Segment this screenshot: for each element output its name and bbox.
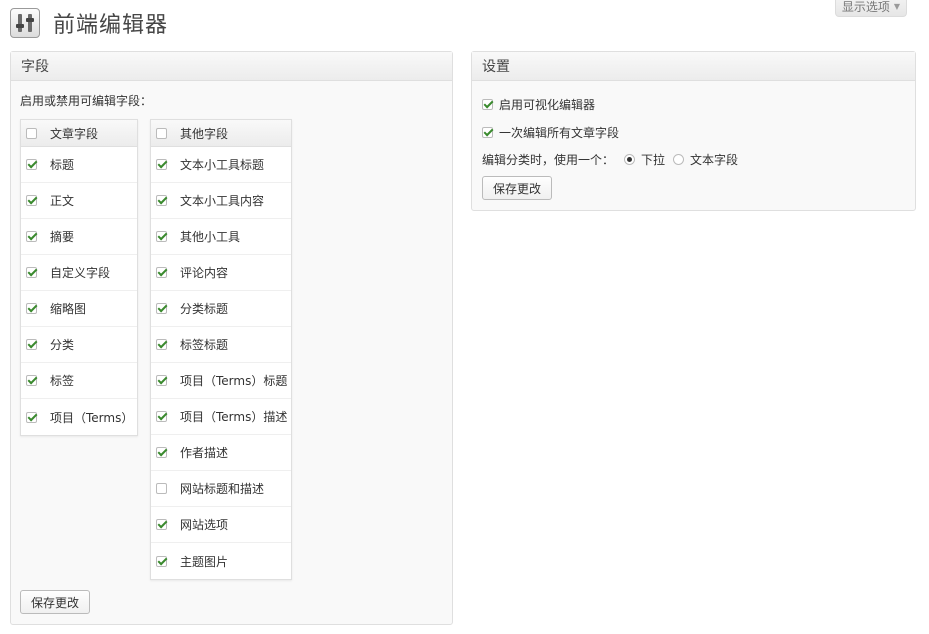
field-comment-text-label: 评论内容: [180, 266, 229, 280]
field-widget-text-checkbox[interactable]: [156, 195, 167, 206]
field-title-label: 标题: [50, 158, 75, 172]
field-site-title-checkbox[interactable]: [156, 483, 167, 494]
field-widget-title-checkbox[interactable]: [156, 159, 167, 170]
triangle-down-icon: ▼: [893, 2, 901, 11]
fields-intro: 启用或禁用可编辑字段：: [20, 94, 153, 108]
post-fields-table: 文章字段 标题 正文 摘要 自定义字段 缩略图 分类 标签 项目（Terms）: [20, 119, 138, 436]
field-thumbnail-checkbox[interactable]: [26, 303, 37, 314]
field-widget-text-label: 文本小工具内容: [180, 194, 265, 208]
field-site-options-checkbox[interactable]: [156, 519, 167, 530]
field-row-widget-title: 文本小工具标题: [151, 147, 291, 183]
field-author-description-label: 作者描述: [180, 446, 229, 460]
field-categories-checkbox[interactable]: [26, 339, 37, 350]
screen-options-button[interactable]: 显示选项 ▼: [835, 0, 907, 17]
post-fields-header-label: 文章字段: [50, 126, 99, 141]
taxonomy-textfield-option: 文本字段: [673, 151, 738, 168]
group-edit-label: 一次编辑所有文章字段: [499, 126, 620, 140]
field-row-terms: 项目（Terms）: [21, 399, 137, 435]
settings-panel: 设置 启用可视化编辑器 一次编辑所有文章字段 编辑分类时，使用一个： 下拉 文本…: [471, 51, 916, 211]
other-fields-header-label: 其他字段: [180, 126, 229, 141]
field-widget-title-label: 文本小工具标题: [180, 158, 265, 172]
other-fields-table: 其他字段 文本小工具标题 文本小工具内容 其他小工具 评论内容 分类标题 标签标…: [150, 119, 292, 580]
field-row-excerpt: 摘要: [21, 219, 137, 255]
field-term-description-checkbox[interactable]: [156, 411, 167, 422]
field-term-title-label: 项目（Terms）标题: [180, 374, 288, 388]
page-title: 前端编辑器: [53, 13, 169, 38]
group-edit-checkbox[interactable]: [482, 127, 493, 138]
taxonomy-option: 编辑分类时，使用一个： 下拉 文本字段: [482, 151, 738, 168]
field-category-title-checkbox[interactable]: [156, 303, 167, 314]
fields-panel-header: 字段: [11, 52, 452, 81]
field-row-term-title: 项目（Terms）标题: [151, 363, 291, 399]
field-site-title-label: 网站标题和描述: [180, 482, 265, 496]
post-fields-toggle-all-checkbox[interactable]: [26, 127, 37, 139]
field-excerpt-label: 摘要: [50, 230, 75, 244]
taxonomy-dropdown-radio[interactable]: [624, 154, 636, 165]
field-terms-label: 项目（Terms）: [50, 410, 134, 425]
field-excerpt-checkbox[interactable]: [26, 231, 37, 242]
field-thumbnail-label: 缩略图: [50, 302, 87, 316]
field-other-widgets-checkbox[interactable]: [156, 231, 167, 242]
page-header: 前端编辑器: [10, 6, 168, 40]
settings-save-button[interactable]: 保存更改: [482, 176, 553, 200]
field-theme-images-label: 主题图片: [180, 554, 229, 569]
field-row-theme-images: 主题图片: [151, 543, 291, 579]
settings-panel-header: 设置: [472, 52, 915, 81]
field-row-tag-title: 标签标题: [151, 327, 291, 363]
fields-save-button[interactable]: 保存更改: [20, 590, 91, 614]
field-row-widget-text: 文本小工具内容: [151, 183, 291, 219]
rich-editor-option: 启用可视化编辑器: [482, 96, 595, 113]
settings-panel-title: 设置: [482, 59, 510, 75]
taxonomy-dropdown-option: 下拉: [624, 151, 665, 168]
field-category-title-label: 分类标题: [180, 302, 229, 316]
field-content-label: 正文: [50, 194, 75, 208]
taxonomy-label: 编辑分类时，使用一个：: [482, 153, 615, 167]
field-tags-label: 标签: [50, 374, 75, 388]
screen-options-label: 显示选项: [841, 0, 890, 14]
field-term-description-label: 项目（Terms）描述: [180, 410, 288, 424]
field-author-description-checkbox[interactable]: [156, 447, 167, 458]
other-fields-toggle-all-checkbox[interactable]: [156, 127, 167, 139]
fields-panel-title: 字段: [21, 59, 49, 75]
field-row-content: 正文: [21, 183, 137, 219]
field-row-title: 标题: [21, 147, 137, 183]
field-theme-images-checkbox[interactable]: [156, 555, 167, 567]
field-tag-title-label: 标签标题: [180, 338, 229, 352]
field-row-other-widgets: 其他小工具: [151, 219, 291, 255]
taxonomy-dropdown-label: 下拉: [641, 153, 666, 167]
field-tag-title-checkbox[interactable]: [156, 339, 167, 350]
field-custom-fields-label: 自定义字段: [50, 266, 111, 280]
field-other-widgets-label: 其他小工具: [180, 230, 241, 244]
field-title-checkbox[interactable]: [26, 159, 37, 170]
field-content-checkbox[interactable]: [26, 195, 37, 206]
field-term-title-checkbox[interactable]: [156, 375, 167, 386]
field-row-thumbnail: 缩略图: [21, 291, 137, 327]
field-comment-text-checkbox[interactable]: [156, 267, 167, 278]
taxonomy-textfield-label: 文本字段: [690, 153, 739, 167]
rich-editor-label: 启用可视化编辑器: [499, 98, 596, 112]
settings-sliders-icon: [10, 8, 40, 38]
field-row-site-options: 网站选项: [151, 507, 291, 543]
taxonomy-textfield-radio[interactable]: [673, 154, 685, 165]
group-edit-option: 一次编辑所有文章字段: [482, 124, 619, 141]
field-custom-fields-checkbox[interactable]: [26, 267, 37, 278]
field-row-tags: 标签: [21, 363, 137, 399]
field-row-site-title: 网站标题和描述: [151, 471, 291, 507]
post-fields-header: 文章字段: [21, 120, 137, 147]
other-fields-header: 其他字段: [151, 120, 291, 147]
rich-editor-checkbox[interactable]: [482, 99, 493, 110]
field-site-options-label: 网站选项: [180, 518, 229, 532]
field-terms-checkbox[interactable]: [26, 411, 37, 423]
field-tags-checkbox[interactable]: [26, 375, 37, 386]
field-categories-label: 分类: [50, 338, 75, 352]
field-row-category-title: 分类标题: [151, 291, 291, 327]
field-row-comment-text: 评论内容: [151, 255, 291, 291]
fields-panel: 字段 启用或禁用可编辑字段： 文章字段 标题 正文 摘要 自定义字段 缩略图 分…: [10, 51, 453, 625]
field-row-custom-fields: 自定义字段: [21, 255, 137, 291]
field-row-term-description: 项目（Terms）描述: [151, 399, 291, 435]
field-row-author-description: 作者描述: [151, 435, 291, 471]
field-row-categories: 分类: [21, 327, 137, 363]
